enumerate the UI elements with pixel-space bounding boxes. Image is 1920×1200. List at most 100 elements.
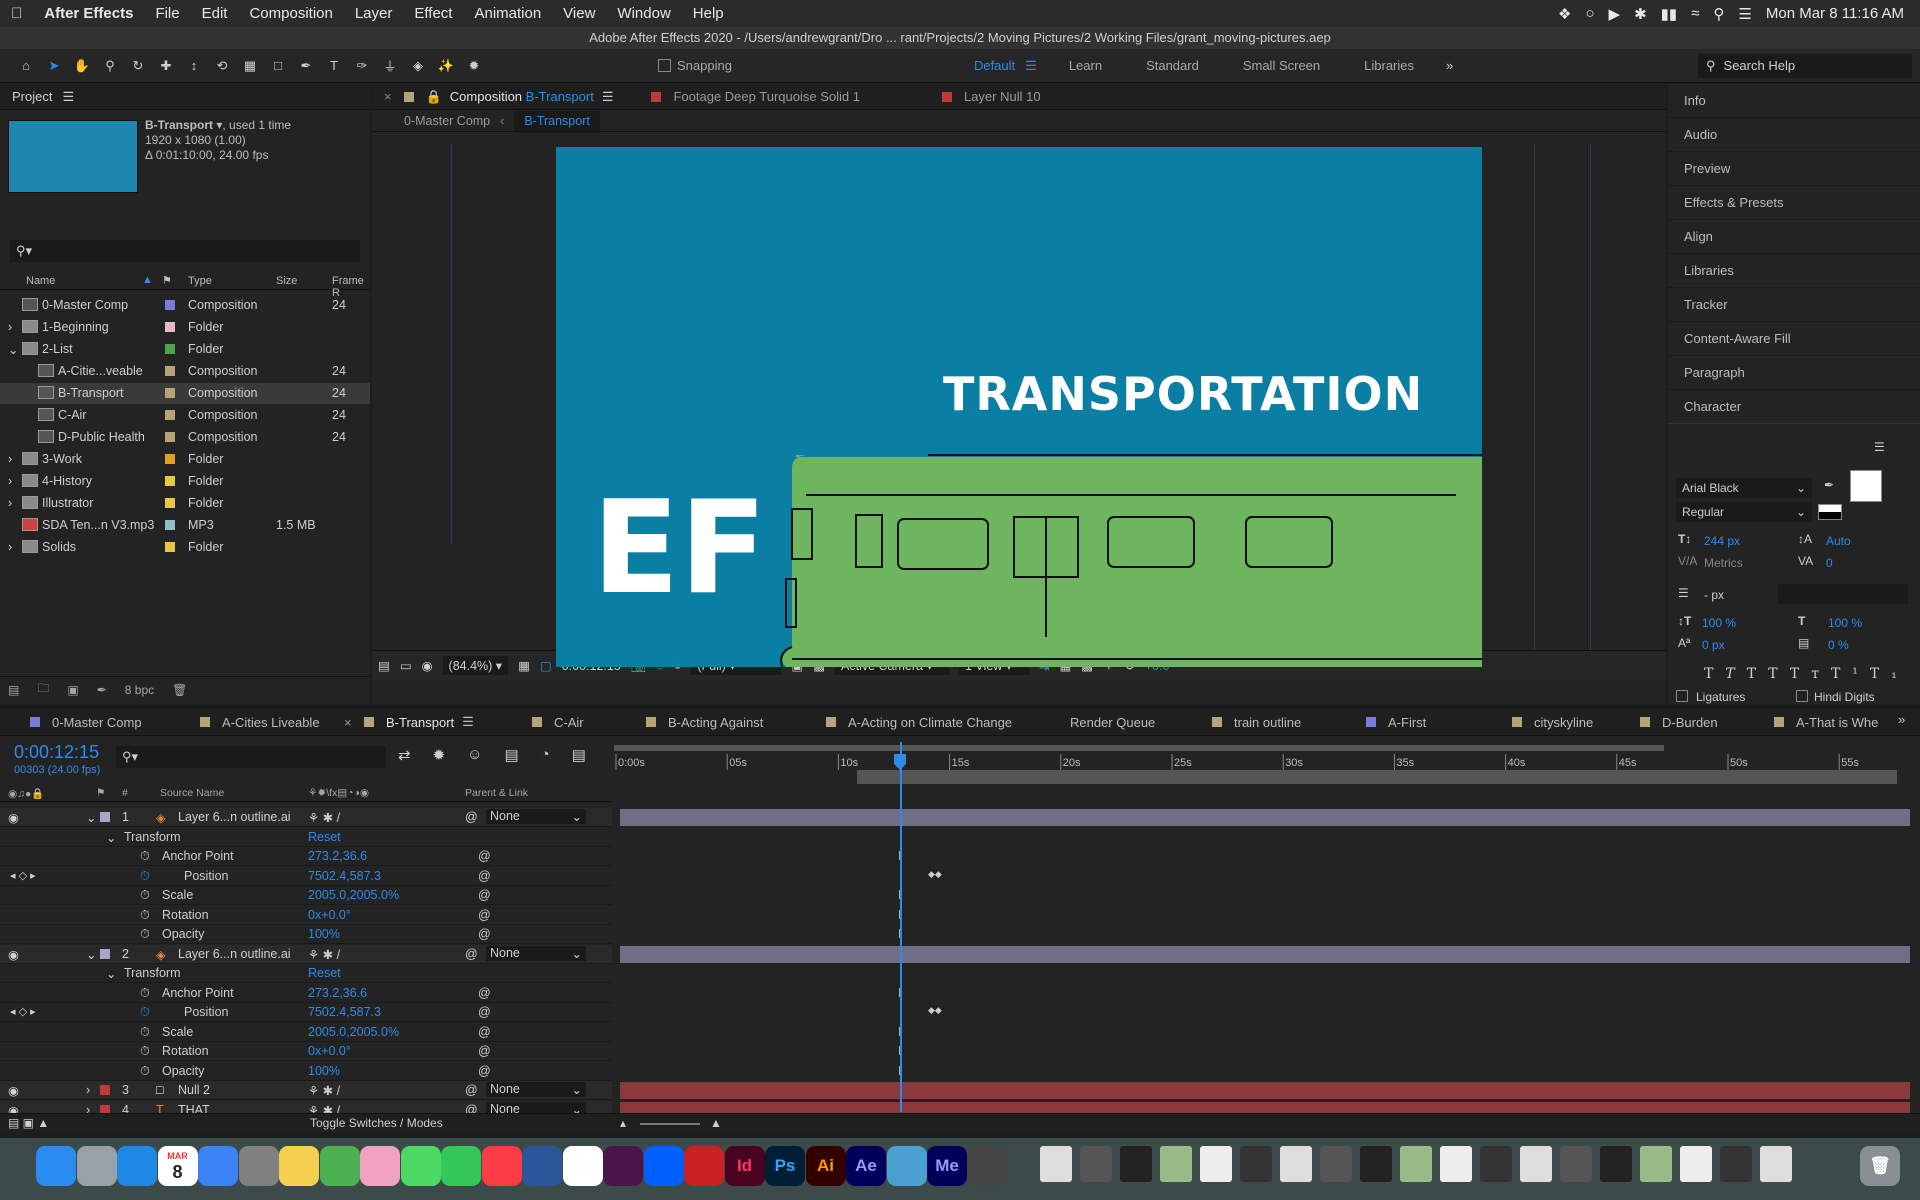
panel-menu-icon[interactable]: ☰ <box>1874 440 1885 454</box>
track-row[interactable]: I <box>612 906 1920 925</box>
clock-text[interactable]: Mon Mar 8 11:16 AM <box>1766 5 1904 22</box>
expression-pick-whip-icon[interactable]: @ <box>478 908 491 922</box>
track-row[interactable]: ◆◆ <box>612 867 1920 886</box>
workspace-libraries[interactable]: Libraries <box>1342 58 1436 73</box>
chevron-down-icon[interactable]: ⌄ <box>8 342 18 357</box>
layer-label-swatch[interactable] <box>100 812 110 822</box>
pick-whip-icon[interactable]: @ <box>465 947 478 961</box>
property-value[interactable]: 273.2,36.6 <box>308 849 367 863</box>
motion-blur-icon[interactable]: ◔ <box>541 746 550 764</box>
bluetooth-icon[interactable]: ✱ <box>1634 5 1647 23</box>
project-panel-title[interactable]: Project <box>12 89 52 104</box>
property-row[interactable]: ⏱ Opacity 100% @ <box>0 925 612 944</box>
workspace-menu-icon[interactable]: ☰ <box>1025 58 1037 74</box>
rectangle-tool-icon[interactable]: □ <box>264 52 292 80</box>
chevron-right-icon[interactable]: › <box>8 474 12 488</box>
dock-recent-item[interactable] <box>1560 1146 1592 1182</box>
snapping-toggle[interactable]: Snapping <box>658 58 732 73</box>
grid-icon[interactable]: ▦ <box>518 658 530 673</box>
panel-character[interactable]: Character <box>1668 390 1920 424</box>
always-preview-icon[interactable]: ▤ <box>378 658 390 673</box>
dock-recent-item[interactable] <box>1280 1146 1312 1182</box>
kerning-value[interactable]: Metrics <box>1704 556 1743 570</box>
property-row[interactable]: ⏱ Rotation 0x+0.0° @ <box>0 1042 612 1061</box>
menu-layer[interactable]: Layer <box>344 5 404 22</box>
property-row[interactable]: ⏱ Anchor Point 273.2,36.6 @ <box>0 984 612 1003</box>
label-color-swatch[interactable] <box>165 542 175 552</box>
parent-dropdown[interactable]: None ⌄ <box>486 1082 586 1097</box>
visibility-eye-icon[interactable]: ◉ <box>8 1083 19 1098</box>
breadcrumb-current-comp[interactable]: B-Transport <box>514 110 600 131</box>
chevron-right-icon[interactable]: › <box>8 496 12 510</box>
label-color-swatch[interactable] <box>165 322 175 332</box>
project-item[interactable]: 0-Master Comp Composition 24 <box>0 295 370 316</box>
dock-recent-item[interactable] <box>1240 1146 1272 1182</box>
layer-duration-bar[interactable] <box>620 1082 1910 1099</box>
dock-recent-item[interactable] <box>1040 1146 1072 1182</box>
col-parent-link[interactable]: Parent & Link <box>465 787 528 799</box>
dock-icon-chrome[interactable] <box>562 1146 603 1186</box>
selection-tool-icon[interactable]: ➤ <box>40 52 68 80</box>
delete-icon[interactable]: 🗑 <box>172 683 187 697</box>
tab-composition[interactable]: Composition B-Transport <box>450 89 594 104</box>
layer-name[interactable]: Null 2 <box>178 1083 210 1097</box>
keyframe-navigator[interactable]: ◂ ◇ ▸ <box>10 869 36 882</box>
tsume-value[interactable]: 0 % <box>1828 638 1849 652</box>
dock-icon-finder[interactable] <box>36 1146 76 1186</box>
pick-whip-icon[interactable]: @ <box>465 810 478 824</box>
track-row[interactable]: I <box>612 847 1920 866</box>
expression-pick-whip-icon[interactable]: @ <box>478 927 491 941</box>
dock-icon-maps[interactable] <box>319 1146 360 1186</box>
panel-align[interactable]: Align <box>1668 220 1920 254</box>
dock-icon-launchpad[interactable] <box>76 1146 117 1186</box>
layer-switches[interactable]: ⚘ ✱ / <box>308 947 340 962</box>
draft-3d-icon[interactable]: ✹ <box>433 746 446 764</box>
dock-icon-id[interactable]: Id <box>724 1146 765 1186</box>
transform-group-row[interactable]: ⌄ Transform Reset <box>0 964 612 983</box>
dock-recent-item[interactable] <box>1520 1146 1552 1182</box>
property-row[interactable]: ◂ ◇ ▸ ⏱ Position 7502.4,587.3 @ <box>0 867 612 886</box>
stopwatch-icon[interactable]: ⏱ <box>140 1025 150 1040</box>
keyframe-pair[interactable]: ◆◆ <box>928 1005 942 1016</box>
orbit-tool-icon[interactable]: ↻ <box>124 52 152 80</box>
property-value[interactable]: 273.2,36.6 <box>308 986 367 1000</box>
dock-icon-ae[interactable]: Ae <box>846 1146 886 1186</box>
current-time-indicator[interactable] <box>900 742 902 1112</box>
chevron-right-icon[interactable]: › <box>8 452 12 466</box>
timeline-tab[interactable]: A-First <box>1366 708 1426 736</box>
leading-value[interactable]: Auto <box>1826 534 1851 548</box>
stopwatch-icon[interactable]: ⏱ <box>140 986 150 1001</box>
expand-icon[interactable]: ▤ ▣ ▲ <box>8 1116 49 1130</box>
menu-effect[interactable]: Effect <box>403 5 463 22</box>
visibility-eye-icon[interactable]: ◉ <box>8 810 19 825</box>
stopwatch-icon[interactable]: ⏱ <box>140 1005 150 1020</box>
timeline-tab[interactable]: A-That is Whe <box>1774 708 1878 736</box>
dock-icon-ai[interactable]: Ai <box>805 1146 846 1186</box>
chevron-right-icon[interactable]: › <box>8 320 12 334</box>
stopwatch-icon[interactable]: ⏱ <box>140 849 150 864</box>
track-row[interactable] <box>612 945 1920 964</box>
timeline-tab[interactable]: train outline <box>1212 708 1301 736</box>
zoom-slider[interactable] <box>640 1123 700 1125</box>
play-icon[interactable]: ▶ <box>1609 5 1621 23</box>
dock-trash-icon[interactable]: 🗑 <box>1860 1146 1900 1186</box>
close-tab-icon[interactable]: × <box>344 715 352 730</box>
battery-icon[interactable]: ▮▮ <box>1661 5 1678 23</box>
stopwatch-icon[interactable]: ⏱ <box>140 1044 150 1059</box>
dock-recent-item[interactable] <box>1320 1146 1352 1182</box>
workspace-standard[interactable]: Standard <box>1124 58 1221 73</box>
current-time-display[interactable]: 0:00:12:15 <box>14 742 99 763</box>
horizontal-scale-value[interactable]: 100 % <box>1828 616 1862 630</box>
project-item[interactable]: › Solids Folder <box>0 537 370 558</box>
dock-icon-music[interactable] <box>481 1146 522 1186</box>
project-item[interactable]: SDA Ten...n V3.mp3 MP3 1.5 MB <box>0 515 370 536</box>
new-folder-icon[interactable]: 🗀 <box>37 679 49 700</box>
eyedropper-icon[interactable]: ✒ <box>1824 478 1834 492</box>
track-row[interactable]: I <box>612 1062 1920 1081</box>
expand-layer-icon[interactable]: › <box>86 1083 90 1097</box>
project-item[interactable]: A-Citie...veable Composition 24 <box>0 361 370 382</box>
menu-composition[interactable]: Composition <box>238 5 343 22</box>
dock-icon-photos[interactable] <box>360 1146 400 1186</box>
parent-dropdown[interactable]: None ⌄ <box>486 945 586 961</box>
label-color-swatch[interactable] <box>165 476 175 486</box>
